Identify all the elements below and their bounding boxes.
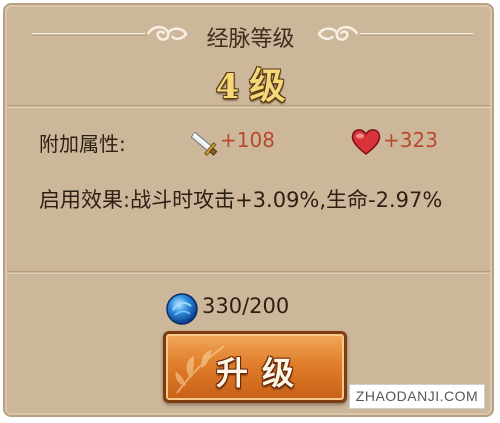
upgrade-cost: 330/200 xyxy=(202,294,290,318)
meridian-level-panel: 经脉等级 4级 附加属性: +108 +323 启用效果:战斗时攻击+3.09%… xyxy=(3,3,494,417)
attack-bonus-value: +108 xyxy=(220,128,275,152)
panel-title: 经脉等级 xyxy=(206,27,295,52)
heart-icon xyxy=(351,129,381,155)
panel-header: 经脉等级 4级 xyxy=(5,5,496,107)
divider xyxy=(5,271,492,272)
level-display: 4级 xyxy=(5,57,496,109)
divider xyxy=(5,105,492,106)
upgrade-button-label: 升级 xyxy=(215,354,308,392)
attribute-label: 附加属性: xyxy=(39,132,126,156)
site-watermark: ZHAODANJI.COM xyxy=(349,384,485,409)
level-unit: 级 xyxy=(249,65,286,107)
upgrade-button[interactable]: 升级 xyxy=(163,331,347,403)
level-number: 4 xyxy=(215,67,240,107)
hp-bonus-value: +323 xyxy=(383,128,438,152)
sword-icon xyxy=(191,132,218,156)
blue-orb-icon xyxy=(166,293,198,325)
divider-highlight xyxy=(5,273,492,274)
divider-highlight xyxy=(5,107,492,108)
activation-effect-text: 启用效果:战斗时攻击+3.09%,生命-2.97% xyxy=(39,188,443,212)
